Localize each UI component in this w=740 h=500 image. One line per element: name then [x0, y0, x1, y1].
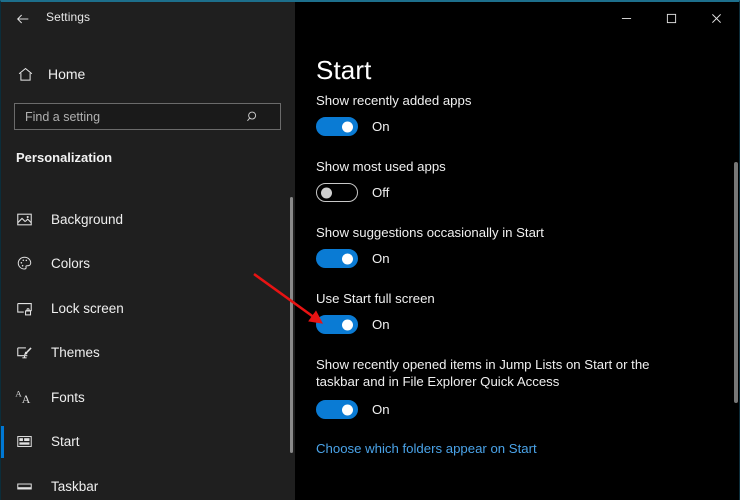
- search-box[interactable]: [14, 103, 281, 130]
- toggle-knob: [342, 253, 353, 264]
- sidebar-item-themes[interactable]: Themes: [1, 331, 295, 376]
- image-icon: [13, 208, 35, 230]
- toggle-state-label: On: [372, 317, 390, 332]
- toggle-row-start-full-screen: On: [316, 315, 390, 334]
- toggle-state-label: On: [372, 119, 390, 134]
- sidebar-item-lock-screen[interactable]: Lock screen: [1, 286, 295, 331]
- toggle-state-label: On: [372, 251, 390, 266]
- sidebar-item-label: Themes: [51, 345, 100, 360]
- toggle-row-recently-added-apps: On: [316, 117, 390, 136]
- maximize-button[interactable]: [649, 2, 694, 34]
- toggle-knob: [342, 319, 353, 330]
- toggle-recently-added-apps[interactable]: [316, 117, 358, 136]
- toggle-suggestions[interactable]: [316, 249, 358, 268]
- toggle-state-label: On: [372, 402, 390, 417]
- sidebar-item-label: Fonts: [51, 390, 85, 405]
- start-tiles-icon: [13, 431, 35, 453]
- sidebar-item-background[interactable]: Background: [1, 197, 295, 242]
- themes-brush-icon: [13, 342, 35, 364]
- sidebar-item-colors[interactable]: Colors: [1, 242, 295, 287]
- sidebar-item-label: Start: [51, 434, 80, 449]
- toggle-jump-lists[interactable]: [316, 400, 358, 419]
- sidebar-nav-list: Background Colors: [1, 197, 295, 500]
- toggle-start-full-screen[interactable]: [316, 315, 358, 334]
- taskbar-icon: [13, 475, 35, 497]
- toggle-most-used-apps[interactable]: [316, 183, 358, 202]
- toggle-knob: [342, 404, 353, 415]
- fonts-aa-icon: A A: [13, 386, 35, 408]
- search-icon[interactable]: [242, 106, 264, 128]
- sidebar: Home Personalization: [1, 2, 295, 500]
- sidebar-home-label: Home: [48, 66, 85, 82]
- sidebar-item-taskbar[interactable]: Taskbar: [1, 464, 295, 500]
- sidebar-item-home[interactable]: Home: [1, 59, 295, 89]
- toggle-row-jump-lists: On: [316, 400, 390, 419]
- back-button[interactable]: [9, 6, 37, 31]
- window-controls: [604, 2, 739, 34]
- sidebar-item-label: Lock screen: [51, 301, 124, 316]
- lock-screen-icon: [13, 297, 35, 319]
- sidebar-item-fonts[interactable]: A A Fonts: [1, 375, 295, 420]
- toggle-row-suggestions: On: [316, 249, 390, 268]
- page-title: Start: [316, 55, 371, 86]
- setting-label-jump-lists: Show recently opened items in Jump Lists…: [316, 356, 686, 390]
- settings-window: Home Personalization: [0, 0, 740, 500]
- home-icon: [13, 62, 37, 86]
- window-title: Settings: [46, 10, 90, 24]
- selection-indicator: [1, 426, 4, 458]
- sidebar-section-title: Personalization: [16, 150, 112, 165]
- title-bar: Settings: [1, 2, 739, 35]
- sidebar-scrollbar[interactable]: [290, 197, 293, 453]
- sidebar-item-label: Background: [51, 212, 123, 227]
- svg-text:A: A: [21, 392, 30, 406]
- sidebar-item-label: Taskbar: [51, 479, 98, 494]
- toggle-row-most-used-apps: Off: [316, 183, 389, 202]
- choose-folders-link[interactable]: Choose which folders appear on Start: [316, 441, 537, 456]
- toggle-state-label: Off: [372, 185, 389, 200]
- sidebar-item-label: Colors: [51, 256, 90, 271]
- sidebar-item-start[interactable]: Start: [1, 420, 295, 465]
- toggle-knob: [342, 121, 353, 132]
- close-button[interactable]: [694, 2, 739, 34]
- setting-label-most-used-apps: Show most used apps: [316, 158, 686, 175]
- toggle-knob: [321, 187, 332, 198]
- palette-icon: [13, 253, 35, 275]
- setting-label-start-full-screen: Use Start full screen: [316, 290, 686, 307]
- setting-label-suggestions: Show suggestions occasionally in Start: [316, 224, 686, 241]
- search-input[interactable]: [25, 110, 240, 124]
- main-scrollbar[interactable]: [734, 162, 738, 403]
- minimize-button[interactable]: [604, 2, 649, 34]
- setting-label-recently-added-apps: Show recently added apps: [316, 92, 686, 109]
- main-panel: Start Show recently added apps On Show m…: [296, 2, 739, 500]
